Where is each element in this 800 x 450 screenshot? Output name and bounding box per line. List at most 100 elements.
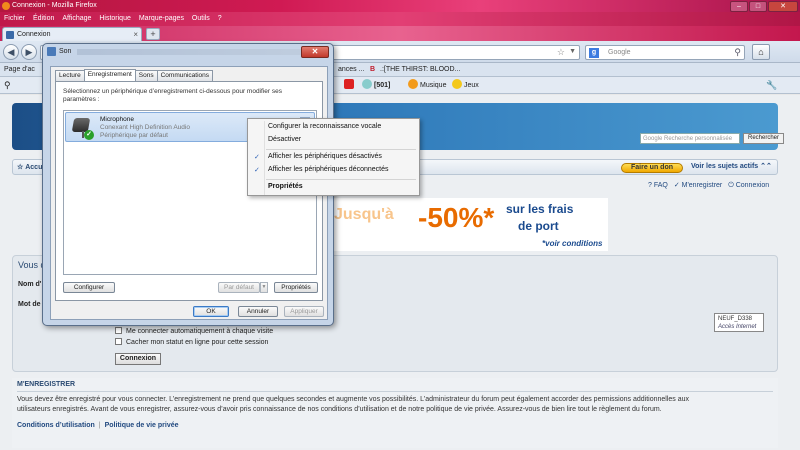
toolbar-youtube-icon[interactable] bbox=[344, 77, 356, 94]
window-title: Connexion - Mozilla Firefox bbox=[12, 2, 97, 9]
menu-marque-pages[interactable]: Marque-pages bbox=[139, 12, 184, 26]
set-default-dropdown-icon[interactable]: ▼ bbox=[260, 282, 268, 293]
minimize-button[interactable]: – bbox=[730, 1, 748, 12]
window-controls: – □ ✕ bbox=[730, 1, 798, 12]
dialog-tabs: Lecture Enregistrement Sons Communicatio… bbox=[55, 69, 214, 81]
login-link[interactable]: ⏻ Connexion bbox=[728, 182, 769, 189]
default-check-icon: ✓ bbox=[84, 130, 94, 140]
bookmark-page-d-accueil[interactable]: Page d'ac bbox=[4, 63, 35, 77]
login-submit-button[interactable]: Connexion bbox=[115, 353, 161, 365]
search-bar[interactable]: g Google ⚲ bbox=[585, 45, 745, 60]
cancel-button[interactable]: Annuler bbox=[238, 306, 278, 317]
toolbar-count[interactable]: [501] bbox=[362, 77, 390, 94]
menu-aide[interactable]: ? bbox=[218, 12, 222, 26]
hide-status-checkbox[interactable]: Cacher mon statut en ligne pour cette se… bbox=[115, 338, 268, 346]
user-links: ? FAQ ✓ M'enregistrer ⏻ Connexion bbox=[648, 181, 773, 190]
ok-button[interactable]: OK bbox=[193, 306, 229, 317]
toolbar-musique[interactable]: Musique bbox=[408, 77, 446, 94]
page-favicon-icon bbox=[6, 31, 14, 39]
dialog-close-button[interactable]: ✕ bbox=[301, 46, 329, 58]
menu-affichage[interactable]: Affichage bbox=[62, 12, 91, 26]
network-tooltip: NEUF_D338 Accès Internet bbox=[714, 313, 764, 332]
blurred-title-text bbox=[77, 49, 307, 55]
bookmark-the-thirst[interactable]: .:[THE THIRST: BLOOD... bbox=[380, 63, 460, 77]
promo-note: *voir conditions bbox=[542, 239, 603, 248]
menu-edition[interactable]: Édition bbox=[33, 12, 54, 26]
apply-button[interactable]: Appliquer bbox=[284, 306, 324, 317]
menu-outils[interactable]: Outils bbox=[192, 12, 210, 26]
window-titlebar: Connexion - Mozilla Firefox bbox=[0, 0, 800, 12]
menu-item-show-disabled[interactable]: Afficher les périphériques désactivés bbox=[268, 153, 382, 160]
tab-title: Connexion bbox=[17, 31, 51, 38]
speaker-icon bbox=[47, 47, 56, 56]
toolbar-wrench-icon[interactable]: 🔧 bbox=[766, 77, 777, 94]
menu-item-properties[interactable]: Propriétés bbox=[268, 183, 303, 190]
check-icon: ✓ bbox=[254, 167, 260, 174]
tab-communications[interactable]: Communications bbox=[156, 70, 214, 81]
forward-button[interactable]: ▶ bbox=[21, 44, 37, 60]
menu-separator bbox=[266, 149, 416, 150]
forum-search-input[interactable]: Google Recherche personnalisée bbox=[640, 133, 740, 144]
menu-separator bbox=[266, 179, 416, 180]
tab-connexion[interactable]: Connexion × bbox=[2, 27, 142, 41]
dialog-title: Son bbox=[59, 48, 72, 55]
network-status: Accès Internet bbox=[718, 324, 757, 330]
menu-gutter bbox=[264, 121, 265, 195]
menu-item-show-disconnected[interactable]: Afficher les périphériques déconnectés bbox=[268, 166, 389, 173]
divider bbox=[17, 391, 773, 392]
password-label: Mot de bbox=[18, 301, 41, 308]
device-status: Périphérique par défaut bbox=[100, 132, 168, 139]
network-name: NEUF_D338 bbox=[718, 316, 753, 322]
tab-close-icon[interactable]: × bbox=[133, 28, 138, 41]
privacy-link[interactable]: Politique de vie privée bbox=[105, 422, 179, 429]
maximize-button[interactable]: □ bbox=[749, 1, 767, 12]
device-name: Microphone bbox=[100, 116, 134, 123]
set-default-button[interactable]: Par défaut bbox=[218, 282, 260, 293]
promo-line2: sur les frais bbox=[506, 202, 574, 216]
remember-me-checkbox[interactable]: Me connecter automatiquement à chaque vi… bbox=[115, 327, 273, 335]
search-icon[interactable]: ⚲ bbox=[734, 46, 741, 59]
donate-button[interactable]: Faire un don bbox=[621, 163, 683, 173]
active-topics-link[interactable]: Voir les sujets actifs ⌃⌃ bbox=[691, 162, 772, 170]
register-links: Conditions d’utilisation | Politique de vi… bbox=[17, 422, 179, 429]
tab-sons[interactable]: Sons bbox=[134, 70, 158, 81]
toolbar-jeux[interactable]: Jeux bbox=[452, 77, 479, 94]
back-button[interactable]: ◀ bbox=[3, 44, 19, 60]
google-icon[interactable]: g bbox=[589, 48, 599, 58]
terms-link[interactable]: Conditions d’utilisation bbox=[17, 422, 95, 429]
tab-strip: Connexion × + bbox=[0, 26, 800, 41]
configure-button[interactable]: Configurer bbox=[63, 282, 115, 293]
panel-description: Sélectionnez un périphérique d’enregistr… bbox=[63, 88, 282, 103]
device-context-menu: Configurer la reconnaissance vocale Désa… bbox=[247, 118, 420, 196]
faq-link[interactable]: ? FAQ bbox=[648, 182, 668, 189]
url-dropdown-icon[interactable]: ▼ bbox=[569, 48, 576, 55]
home-button[interactable]: ⌂ bbox=[752, 44, 770, 60]
promo-banner[interactable]: Jusqu'à -50%* sur les frais de port *voi… bbox=[330, 198, 608, 251]
properties-button[interactable]: Propriétés bbox=[274, 282, 318, 293]
menu-bar: Fichier Édition Affichage Historique Mar… bbox=[0, 12, 800, 26]
toolbar-search-icon[interactable]: ⚲ bbox=[4, 77, 11, 94]
menu-item-speech-recognition[interactable]: Configurer la reconnaissance vocale bbox=[268, 123, 381, 130]
forum-search-button[interactable]: Rechercher bbox=[743, 133, 784, 144]
bookmark-star-icon[interactable]: ☆ bbox=[557, 47, 565, 58]
microphone-icon: ✓ bbox=[70, 116, 94, 140]
bookmark-ances[interactable]: ances ... bbox=[338, 63, 364, 77]
new-tab-button[interactable]: + bbox=[146, 28, 160, 40]
device-driver: Conexant High Definition Audio bbox=[100, 124, 190, 131]
tab-enregistrement[interactable]: Enregistrement bbox=[83, 69, 136, 81]
promo-discount: -50%* bbox=[418, 202, 495, 233]
nav-accueil[interactable]: ☆ Accu bbox=[17, 163, 42, 171]
check-icon: ✓ bbox=[254, 154, 260, 161]
register-panel: M'ENREGISTRER Vous devez être enregistré… bbox=[12, 378, 778, 448]
firefox-logo-icon bbox=[2, 2, 10, 10]
register-text: Vous devez être enregistré pour vous con… bbox=[17, 396, 690, 413]
menu-item-disable[interactable]: Désactiver bbox=[268, 136, 301, 143]
register-link[interactable]: ✓ M'enregistrer bbox=[674, 182, 722, 189]
menu-historique[interactable]: Historique bbox=[99, 12, 131, 26]
search-placeholder: Google bbox=[608, 49, 631, 56]
register-heading: M'ENREGISTRER bbox=[17, 381, 76, 388]
promo-line3: de port bbox=[518, 219, 559, 233]
menu-fichier[interactable]: Fichier bbox=[4, 12, 25, 26]
tab-lecture[interactable]: Lecture bbox=[55, 70, 85, 81]
close-window-button[interactable]: ✕ bbox=[768, 1, 798, 12]
